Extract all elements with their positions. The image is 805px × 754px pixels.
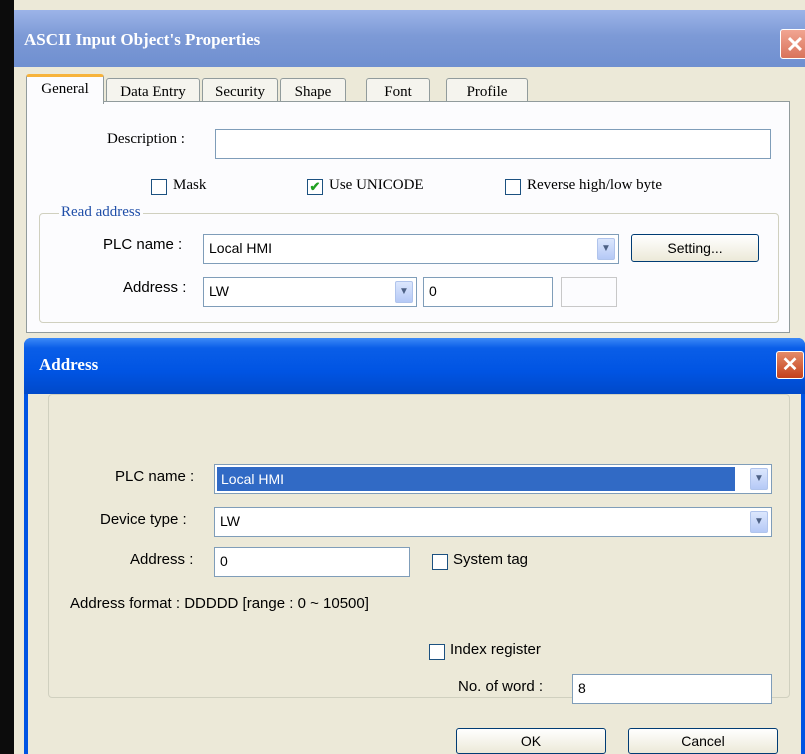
device-value: LW — [209, 283, 229, 299]
chevron-down-icon[interactable]: ▼ — [597, 238, 615, 260]
no-of-word-input[interactable]: 8 — [572, 674, 772, 704]
tab-general[interactable]: General — [26, 74, 104, 104]
dialog-address-label: Address : — [130, 551, 194, 568]
chevron-down-icon[interactable]: ▼ — [395, 281, 413, 303]
reverse-byte-label: Reverse high/low byte — [527, 177, 662, 193]
address-input[interactable]: 0 — [423, 277, 553, 307]
no-of-word-label: No. of word : — [458, 678, 544, 695]
general-tab-panel: Description : Mask ✔ Use UNICODE Reverse… — [26, 101, 790, 333]
ok-button[interactable]: OK — [456, 728, 606, 754]
address-dialog-body: PLC name : Local HMI ▼ Device type : LW … — [28, 394, 801, 754]
background-edge — [0, 0, 14, 754]
checkmark-icon: ✔ — [309, 179, 321, 194]
address-dialog: Address ✕ PLC name : Local HMI ▼ Device … — [24, 338, 805, 754]
close-icon: ✕ — [781, 354, 799, 376]
address-title-bar[interactable]: Address ✕ — [24, 338, 805, 394]
index-register-checkbox[interactable] — [429, 644, 445, 660]
device-type-label: Device type : — [100, 511, 187, 528]
plc-name-value: Local HMI — [209, 240, 273, 256]
system-tag-label: System tag — [453, 551, 529, 568]
properties-window-title: ASCII Input Object's Properties — [24, 30, 261, 49]
address-label: Address : — [123, 279, 187, 296]
description-input[interactable] — [215, 129, 771, 159]
device-select[interactable]: LW ▼ — [203, 277, 417, 307]
description-label: Description : — [107, 131, 185, 147]
address-dialog-title: Address — [39, 355, 99, 374]
properties-title-bar[interactable]: ASCII Input Object's Properties ✕ — [14, 10, 805, 67]
mask-label: Mask — [173, 177, 207, 193]
dialog-plc-name-value: Local HMI — [217, 467, 735, 491]
index-register-label: Index register — [450, 641, 541, 658]
plc-name-select[interactable]: Local HMI ▼ — [203, 234, 619, 264]
plc-name-label: PLC name : — [103, 236, 183, 253]
address-close-button[interactable]: ✕ — [776, 351, 804, 379]
system-tag-checkbox[interactable] — [432, 554, 448, 570]
mask-checkbox[interactable] — [151, 179, 167, 195]
setting-button[interactable]: Setting... — [631, 234, 759, 262]
use-unicode-label: Use UNICODE — [329, 177, 424, 193]
dialog-address-input[interactable]: 0 — [214, 547, 410, 577]
properties-close-button[interactable]: ✕ — [780, 29, 805, 59]
device-type-value: LW — [220, 513, 240, 529]
close-icon: ✕ — [785, 32, 805, 57]
dialog-plc-name-label: PLC name : — [115, 468, 195, 485]
read-address-title: Read address — [59, 204, 143, 221]
address-extra-field — [561, 277, 617, 307]
address-groupbox — [48, 394, 790, 698]
cancel-button[interactable]: Cancel — [628, 728, 778, 754]
chevron-down-icon[interactable]: ▼ — [750, 468, 768, 490]
chevron-down-icon[interactable]: ▼ — [750, 511, 768, 533]
address-format-text: Address format : DDDDD [range : 0 ~ 1050… — [70, 595, 369, 612]
device-type-select[interactable]: LW ▼ — [214, 507, 772, 537]
dialog-plc-name-select[interactable]: Local HMI ▼ — [214, 464, 772, 494]
use-unicode-checkbox[interactable]: ✔ — [307, 179, 323, 195]
reverse-byte-checkbox[interactable] — [505, 179, 521, 195]
